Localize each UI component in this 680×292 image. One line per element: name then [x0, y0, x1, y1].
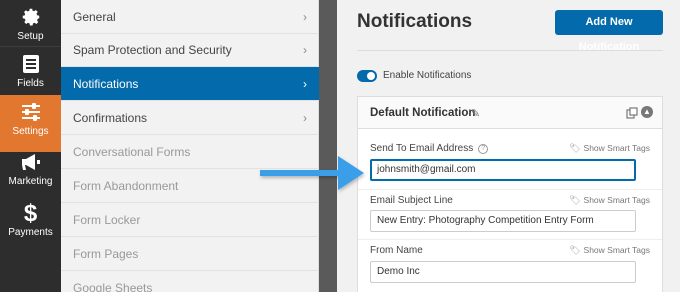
submenu-item-form-pages[interactable]: Form Pages	[61, 237, 319, 271]
tag-icon: 🏷	[569, 195, 581, 205]
divider	[358, 189, 662, 190]
submenu-item-spam-protection[interactable]: Spam Protection and Security ›	[61, 33, 319, 67]
tag-icon: 🏷	[569, 143, 581, 153]
submenu-label: Conversational Forms	[73, 145, 191, 159]
show-smart-tags-link[interactable]: 🏷 Show Smart Tags	[569, 245, 650, 256]
submenu-label: Google Sheets	[73, 281, 153, 292]
email-subject-label: Email Subject Line	[370, 195, 453, 206]
divider	[357, 50, 663, 51]
gear-icon	[0, 6, 61, 30]
field-label-text: Send To Email Address	[370, 143, 474, 154]
sidebar-label: Fields	[17, 78, 44, 89]
card-title: Default Notification	[370, 107, 476, 119]
sliders-icon	[0, 101, 61, 125]
settings-submenu: General › Spam Protection and Security ›…	[61, 0, 319, 292]
sidebar-item-settings[interactable]: Settings	[0, 95, 61, 152]
chevron-right-icon: ›	[303, 77, 307, 91]
sidebar-label: Setup	[17, 31, 44, 42]
submenu-label: Confirmations	[73, 111, 148, 125]
submenu-label: Notifications	[73, 77, 139, 91]
enable-notifications-toggle[interactable]	[357, 70, 377, 82]
page-title: Notifications	[357, 11, 473, 32]
submenu-item-form-locker[interactable]: Form Locker	[61, 203, 319, 237]
submenu-label: General	[73, 10, 116, 24]
card-header: Default Notification ✎ ▲	[358, 97, 662, 129]
dollar-icon: $	[23, 200, 38, 227]
submenu-label: Form Pages	[73, 247, 139, 261]
submenu-item-general[interactable]: General ›	[61, 0, 319, 34]
sidebar-item-payments[interactable]: $ Payments	[0, 196, 61, 253]
scrollbar[interactable]	[319, 0, 337, 292]
sidebar-item-marketing[interactable]: Marketing	[0, 145, 61, 202]
icon-sidebar: Setup Fields Settings Marketing $ Paymen…	[0, 0, 61, 292]
email-subject-input[interactable]: New Entry: Photography Competition Entry…	[370, 210, 636, 232]
divider	[358, 239, 662, 240]
fields-list-icon	[0, 53, 61, 77]
chevron-right-icon: ›	[303, 43, 307, 57]
help-icon[interactable]: ?	[478, 144, 489, 154]
chevron-right-icon: ›	[303, 111, 307, 125]
send-to-email-label: Send To Email Address?	[370, 143, 489, 154]
notifications-panel: Notifications Add New Notification Enabl…	[337, 0, 680, 292]
smart-tags-text: Show Smart Tags	[583, 195, 650, 205]
chevron-up-icon[interactable]: ▲	[641, 106, 653, 118]
arrow-icon	[260, 156, 364, 190]
toggle-knob	[367, 72, 375, 80]
default-notification-card: Default Notification ✎ ▲ Send To Email A…	[357, 96, 663, 292]
submenu-label: Spam Protection and Security	[73, 43, 232, 57]
clone-icon[interactable]	[626, 106, 638, 119]
submenu-label: Form Abandonment	[73, 179, 179, 193]
from-name-label: From Name	[370, 245, 423, 256]
submenu-label: Form Locker	[73, 213, 141, 227]
sidebar-label: Payments	[8, 227, 53, 238]
pencil-icon[interactable]: ✎	[471, 107, 480, 120]
from-name-input[interactable]: Demo Inc	[370, 261, 636, 283]
send-to-email-input[interactable]: johnsmith@gmail.com	[370, 159, 636, 181]
chevron-right-icon: ›	[303, 10, 307, 24]
enable-notifications-label: Enable Notifications	[383, 70, 472, 81]
megaphone-icon	[0, 151, 61, 175]
submenu-item-notifications[interactable]: Notifications ›	[61, 67, 319, 101]
smart-tags-text: Show Smart Tags	[583, 245, 650, 255]
smart-tags-text: Show Smart Tags	[583, 143, 650, 153]
submenu-item-google-sheets[interactable]: Google Sheets	[61, 271, 319, 292]
submenu-item-confirmations[interactable]: Confirmations ›	[61, 101, 319, 135]
sidebar-label: Settings	[12, 126, 49, 137]
add-new-notification-button[interactable]: Add New Notification	[555, 10, 663, 53]
show-smart-tags-link[interactable]: 🏷 Show Smart Tags	[569, 143, 650, 154]
show-smart-tags-link[interactable]: 🏷 Show Smart Tags	[569, 195, 650, 206]
sidebar-label: Marketing	[8, 176, 53, 187]
tag-icon: 🏷	[569, 245, 581, 255]
